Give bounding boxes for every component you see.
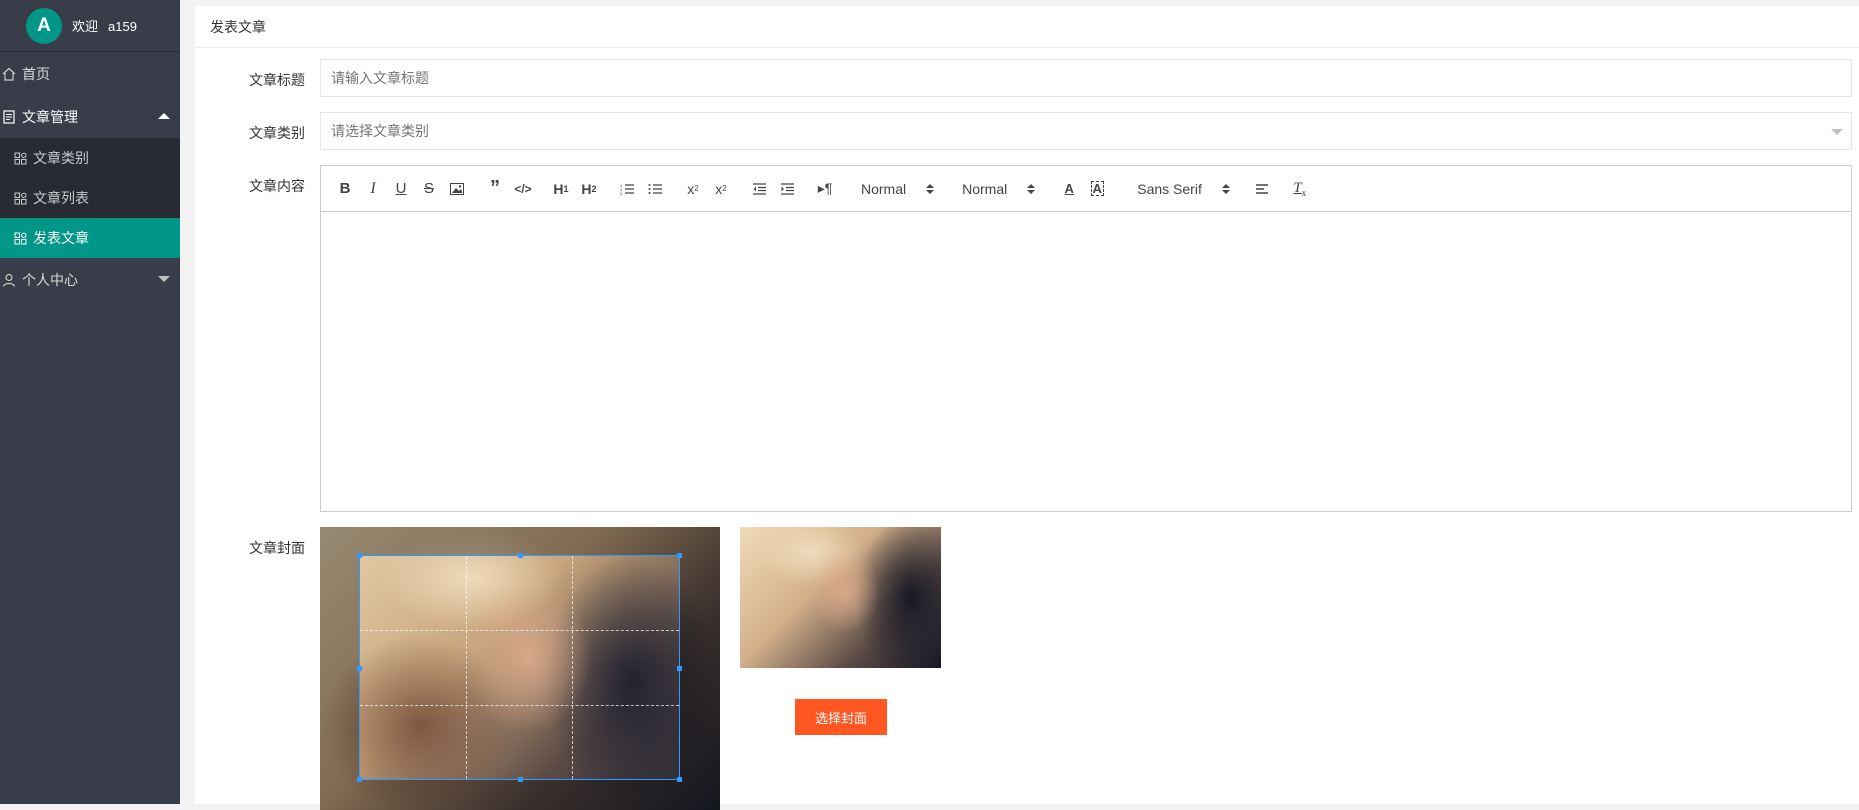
strikethrough-icon[interactable]: S xyxy=(415,177,443,201)
crop-handle[interactable] xyxy=(357,665,362,671)
chevron-down-icon xyxy=(158,275,170,282)
sidebar: A 欢迎 a159 首页 文章管理 文章类别 文章列表 发表文章 个人中心 xyxy=(0,0,180,804)
content-label: 文章内容 xyxy=(249,178,305,194)
chevron-down-icon xyxy=(1831,129,1843,135)
clear-format-icon[interactable]: Tx xyxy=(1286,177,1314,201)
background-color-icon[interactable]: A xyxy=(1083,177,1111,201)
user-icon xyxy=(2,272,18,288)
blockquote-icon[interactable]: ” xyxy=(481,177,509,201)
sidebar-item-article-list[interactable]: 文章列表 xyxy=(0,178,180,218)
crop-guide xyxy=(360,704,679,706)
header-1-icon[interactable]: H1 xyxy=(547,177,575,201)
crop-mask xyxy=(320,555,359,780)
title-input[interactable]: 请输入文章标题 xyxy=(320,59,1852,97)
editor-content-area[interactable] xyxy=(321,212,1851,511)
category-select-value: 请选择文章类别 xyxy=(331,123,429,139)
sidebar-item-label: 首页 xyxy=(22,65,50,82)
rich-text-editor: B I U S ” </> H1 H2 123 x2 x2 ▸¶ Normal … xyxy=(320,165,1852,512)
sidebar-item-label: 文章类别 xyxy=(33,150,89,166)
home-icon xyxy=(2,66,18,82)
crop-mask xyxy=(320,780,720,810)
sidebar-item-article-management[interactable]: 文章管理 xyxy=(0,95,180,138)
user-info: A 欢迎 a159 xyxy=(0,0,180,52)
header-picker-value: Normal xyxy=(962,180,1008,197)
crop-handle[interactable] xyxy=(677,665,682,671)
sidebar-item-article-category[interactable]: 文章类别 xyxy=(0,138,180,178)
indent-decrease-icon[interactable] xyxy=(745,177,773,201)
sidebar-subnav: 文章类别 文章列表 发表文章 xyxy=(0,138,180,258)
bold-icon[interactable]: B xyxy=(331,177,359,201)
font-picker-value: Sans Serif xyxy=(1137,180,1202,197)
apps-icon xyxy=(14,190,30,206)
avatar[interactable]: A xyxy=(26,7,62,44)
apps-icon xyxy=(14,230,30,246)
editor-toolbar: B I U S ” </> H1 H2 123 x2 x2 ▸¶ Normal … xyxy=(321,166,1851,212)
underline-icon[interactable]: U xyxy=(387,177,415,201)
crop-guide xyxy=(360,630,679,632)
bullet-list-icon[interactable] xyxy=(641,177,669,201)
user-greeting: 欢迎 a159 xyxy=(72,16,137,35)
select-cover-button[interactable]: 选择封面 xyxy=(795,699,887,735)
align-left-icon[interactable] xyxy=(1248,177,1276,201)
header-picker[interactable]: Normal xyxy=(962,177,1036,201)
sort-icon xyxy=(1221,183,1230,194)
apps-icon xyxy=(14,150,30,166)
crop-guide xyxy=(466,556,468,779)
code-block-icon[interactable]: </> xyxy=(509,177,537,201)
image-icon[interactable] xyxy=(443,177,471,201)
chevron-up-icon xyxy=(158,112,170,119)
sidebar-item-label: 文章列表 xyxy=(33,190,89,206)
size-picker[interactable]: Normal xyxy=(861,177,935,201)
sidebar-item-home[interactable]: 首页 xyxy=(0,52,180,95)
cover-preview-image xyxy=(740,527,941,668)
font-color-icon[interactable]: A xyxy=(1055,177,1083,201)
crop-box[interactable] xyxy=(357,553,682,782)
sidebar-item-label: 个人中心 xyxy=(22,271,78,288)
cover-label: 文章封面 xyxy=(249,540,305,556)
ordered-list-icon[interactable]: 123 xyxy=(613,177,641,201)
svg-text:3: 3 xyxy=(620,191,623,195)
superscript-icon[interactable]: x2 xyxy=(707,177,735,201)
subscript-icon[interactable]: x2 xyxy=(679,177,707,201)
crop-handle[interactable] xyxy=(677,553,682,558)
category-select[interactable]: 请选择文章类别 xyxy=(320,112,1852,150)
crop-handle[interactable] xyxy=(517,777,523,782)
sort-icon xyxy=(926,183,935,194)
publish-article-panel: 发表文章 文章标题 请输入文章标题 文章类别 请选择文章类别 文章内容 B I … xyxy=(195,6,1859,810)
header-2-icon[interactable]: H2 xyxy=(575,177,603,201)
crop-handle[interactable] xyxy=(357,553,362,558)
crop-mask xyxy=(680,555,720,780)
crop-handle[interactable] xyxy=(357,777,362,782)
page-title: 发表文章 xyxy=(195,6,1859,48)
welcome-text: 欢迎 xyxy=(72,19,99,34)
crop-handle[interactable] xyxy=(517,553,523,558)
cover-cropper[interactable] xyxy=(320,527,720,810)
sidebar-item-personal-center[interactable]: 个人中心 xyxy=(0,258,180,301)
username[interactable]: a159 xyxy=(108,19,137,34)
cover-preview xyxy=(740,527,941,668)
crop-handle[interactable] xyxy=(677,777,682,782)
sidebar-item-label: 发表文章 xyxy=(33,230,89,246)
size-picker-value: Normal xyxy=(861,180,907,197)
sidebar-item-label: 文章管理 xyxy=(22,108,78,125)
italic-icon[interactable]: I xyxy=(359,177,387,201)
sort-icon xyxy=(1027,183,1036,194)
sidebar-item-publish-article[interactable]: 发表文章 xyxy=(0,218,180,258)
text-direction-icon[interactable]: ▸¶ xyxy=(811,177,839,201)
title-label: 文章标题 xyxy=(249,72,305,88)
document-icon xyxy=(2,109,18,125)
category-label: 文章类别 xyxy=(249,125,305,141)
crop-mask xyxy=(320,527,720,555)
font-picker[interactable]: Sans Serif xyxy=(1137,177,1230,201)
crop-guide xyxy=(572,556,574,779)
indent-increase-icon[interactable] xyxy=(773,177,801,201)
